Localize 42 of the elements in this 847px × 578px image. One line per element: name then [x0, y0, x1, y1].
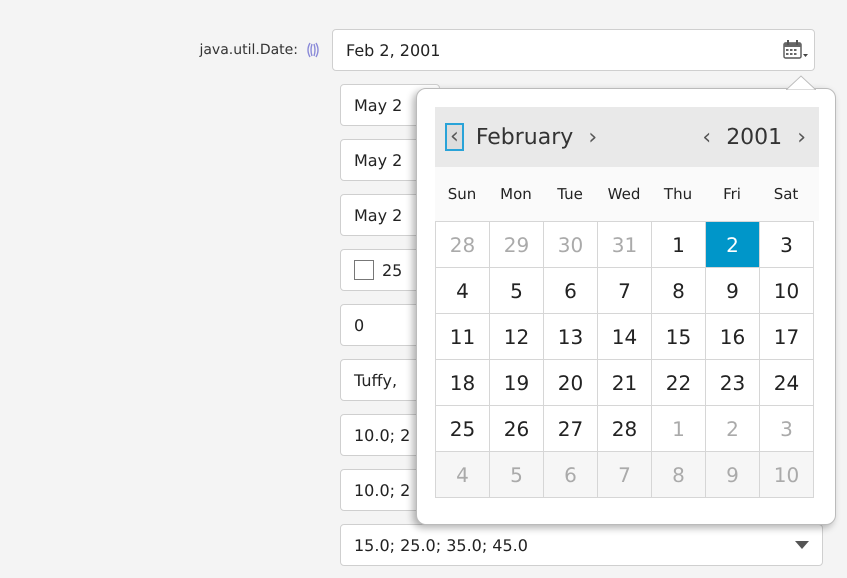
weekday-label: Fri: [722, 185, 742, 203]
day-cell[interactable]: 7: [598, 268, 652, 314]
day-cell[interactable]: 3: [760, 222, 814, 268]
day-cell[interactable]: 21: [598, 360, 652, 406]
day-cell[interactable]: 12: [490, 314, 544, 360]
date-picker-field[interactable]: Feb 2, 2001: [332, 29, 815, 71]
day-cell[interactable]: 23: [706, 360, 760, 406]
day-cell[interactable]: 20: [544, 360, 598, 406]
weekday-label: Tue: [556, 185, 584, 203]
day-cell[interactable]: 14: [598, 314, 652, 360]
day-cell[interactable]: 8: [652, 268, 706, 314]
weekday-label: Sat: [772, 185, 800, 203]
day-cell[interactable]: 15: [652, 314, 706, 360]
day-cell[interactable]: 22: [652, 360, 706, 406]
combo-box[interactable]: 15.0; 25.0; 35.0; 45.0: [340, 524, 823, 566]
day-cell[interactable]: 9: [706, 268, 760, 314]
previous-year-button[interactable]: ‹: [699, 124, 714, 150]
next-year-button[interactable]: ›: [794, 124, 809, 150]
day-cell[interactable]: 6: [544, 268, 598, 314]
day-cell[interactable]: 10: [760, 268, 814, 314]
previous-month-button[interactable]: ‹: [445, 123, 464, 151]
day-cell[interactable]: 13: [544, 314, 598, 360]
day-cell[interactable]: 19: [490, 360, 544, 406]
day-cell[interactable]: 5: [490, 268, 544, 314]
day-cell[interactable]: 18: [436, 360, 490, 406]
dropdown-arrow-icon: [795, 541, 809, 549]
day-cell[interactable]: 16: [706, 314, 760, 360]
weekday-label: Mon: [499, 185, 533, 203]
next-month-button[interactable]: ›: [585, 124, 600, 150]
bracket-icon: [306, 42, 320, 58]
field-label: java.util.Date:: [198, 42, 298, 58]
day-cell[interactable]: 24: [760, 360, 814, 406]
weekday-label: Sun: [446, 185, 478, 203]
day-cell[interactable]: 17: [760, 314, 814, 360]
day-cell[interactable]: 11: [436, 314, 490, 360]
weekday-label: Wed: [606, 185, 642, 203]
month-label: February: [476, 124, 574, 150]
year-label: 2001: [726, 124, 782, 150]
day-cell[interactable]: 4: [436, 268, 490, 314]
calendar-icon[interactable]: [783, 39, 809, 61]
checkbox[interactable]: [354, 260, 374, 280]
weekday-label: Thu: [662, 185, 694, 203]
